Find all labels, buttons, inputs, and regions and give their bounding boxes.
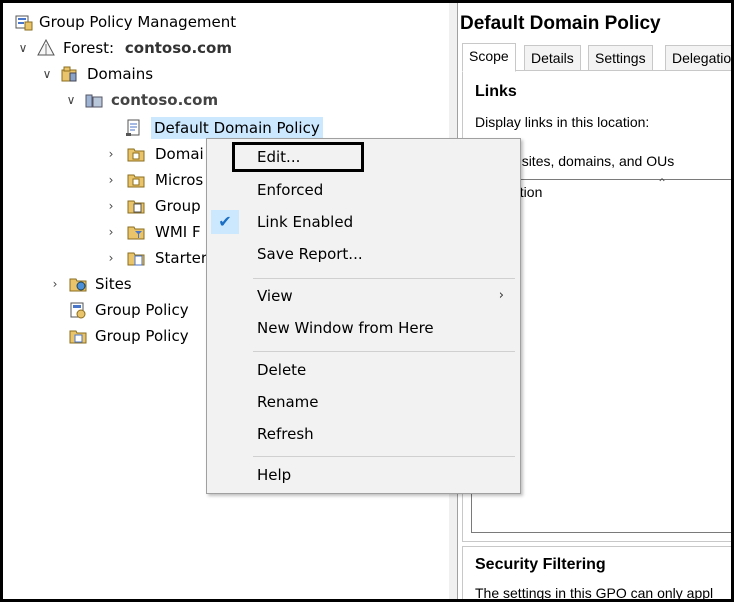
tree-label-child: Group bbox=[155, 197, 201, 215]
gpo-title: Default Domain Policy bbox=[460, 13, 661, 34]
ou-folder-icon bbox=[127, 148, 145, 162]
tree-item-default-domain-policy[interactable]: Default Domain Policy bbox=[121, 117, 421, 139]
tab-delegation[interactable]: Delegatio bbox=[665, 45, 731, 71]
tree-item-root[interactable]: Group Policy Management bbox=[13, 11, 313, 33]
window-frame: Group Policy Management ∨ Forest: contos… bbox=[3, 3, 731, 599]
menu-item-help[interactable]: Help bbox=[209, 461, 518, 489]
chevron-right-icon[interactable]: › bbox=[47, 273, 63, 295]
links-header: Links bbox=[475, 83, 517, 100]
tab-details[interactable]: Details bbox=[524, 45, 581, 71]
menu-item-refresh[interactable]: Refresh bbox=[209, 420, 518, 448]
group-policy-management-icon bbox=[15, 15, 33, 31]
domains-icon bbox=[61, 66, 77, 82]
chevron-down-icon[interactable]: ∨ bbox=[15, 37, 31, 59]
tree-item-domain[interactable]: ∨ contoso.com bbox=[63, 89, 363, 111]
tree-label-domains: Domains bbox=[87, 65, 154, 83]
chevron-right-icon[interactable]: › bbox=[103, 169, 119, 191]
menu-item-rename[interactable]: Rename bbox=[209, 388, 518, 416]
chevron-right-icon[interactable]: › bbox=[103, 221, 119, 243]
sort-up-icon: ⌃ bbox=[657, 176, 668, 190]
menu-item-new-window[interactable]: New Window from Here bbox=[209, 314, 518, 342]
forest-name: contoso.com bbox=[124, 39, 232, 57]
ou-folder-icon bbox=[127, 174, 145, 188]
menu-item-enforced[interactable]: Enforced bbox=[209, 176, 518, 204]
context-menu: Edit... Enforced ✔ Link Enabled Save Rep… bbox=[206, 138, 521, 494]
chevron-right-icon[interactable]: › bbox=[103, 195, 119, 217]
menu-item-link-enabled[interactable]: ✔ Link Enabled bbox=[209, 208, 518, 236]
wmi-folder-icon bbox=[127, 226, 145, 240]
tree-item-starter-gpos[interactable]: › Starter bbox=[103, 247, 223, 269]
tree-label-domain: contoso.com bbox=[111, 91, 219, 109]
forest-icon bbox=[37, 39, 55, 56]
menu-separator bbox=[253, 456, 515, 457]
gpo-link-icon bbox=[126, 119, 140, 136]
tree-item-forest[interactable]: ∨ Forest: contoso.com bbox=[15, 37, 315, 59]
chevron-right-icon[interactable]: › bbox=[103, 247, 119, 269]
chevron-right-icon: › bbox=[498, 288, 504, 303]
menu-separator bbox=[253, 351, 515, 352]
check-icon: ✔ bbox=[211, 210, 239, 234]
chevron-down-icon[interactable]: ∨ bbox=[39, 63, 55, 85]
tree-label-root: Group Policy Management bbox=[39, 13, 237, 31]
group-policy-results-icon bbox=[69, 330, 87, 344]
menu-item-delete[interactable]: Delete bbox=[209, 356, 518, 384]
tab-strip: Scope Details Settings Delegatio bbox=[462, 43, 731, 72]
gpo-folder-icon bbox=[127, 200, 145, 214]
menu-separator bbox=[253, 278, 515, 279]
tree-label-gp-modeling: Group Policy bbox=[95, 301, 189, 319]
chevron-right-icon[interactable]: › bbox=[103, 143, 119, 165]
domain-icon bbox=[85, 94, 103, 108]
tab-scope[interactable]: Scope bbox=[462, 43, 516, 72]
tree-item-microsoft[interactable]: › Micros bbox=[103, 169, 223, 191]
tree-item-wmi-filters[interactable]: › WMI F bbox=[103, 221, 223, 243]
tree-label-forest: Forest: bbox=[63, 39, 115, 57]
security-filtering-text: The settings in this GPO can only appl bbox=[475, 585, 714, 599]
tree-label-child: WMI F bbox=[155, 223, 201, 241]
tree-item-group-policy-objects[interactable]: › Group bbox=[103, 195, 223, 217]
tree-label-child: Starter bbox=[155, 249, 208, 267]
tree-label-sites: Sites bbox=[95, 275, 132, 293]
tree-item-domains[interactable]: ∨ Domains bbox=[39, 63, 339, 85]
tree-item-domain-controllers[interactable]: › Domai bbox=[103, 143, 223, 165]
tab-settings[interactable]: Settings bbox=[588, 45, 653, 71]
menu-item-save-report[interactable]: Save Report... bbox=[209, 240, 518, 268]
tree-label-selected-gpo: Default Domain Policy bbox=[151, 117, 323, 139]
security-filtering-panel: Security Filtering The settings in this … bbox=[462, 546, 731, 599]
chevron-down-icon[interactable]: ∨ bbox=[63, 89, 79, 111]
tree-label-child: Domai bbox=[155, 145, 204, 163]
starter-gpo-folder-icon bbox=[127, 252, 145, 266]
group-policy-modeling-icon bbox=[70, 302, 86, 319]
menu-item-edit[interactable]: Edit... bbox=[209, 143, 518, 171]
links-location-label: Display links in this location: bbox=[475, 114, 650, 130]
tree-label-gp-results: Group Policy bbox=[95, 327, 189, 345]
tree-label-child: Micros bbox=[155, 171, 204, 189]
menu-item-view[interactable]: View › bbox=[209, 282, 518, 310]
sites-icon bbox=[69, 278, 87, 292]
security-filtering-header: Security Filtering bbox=[475, 556, 606, 573]
